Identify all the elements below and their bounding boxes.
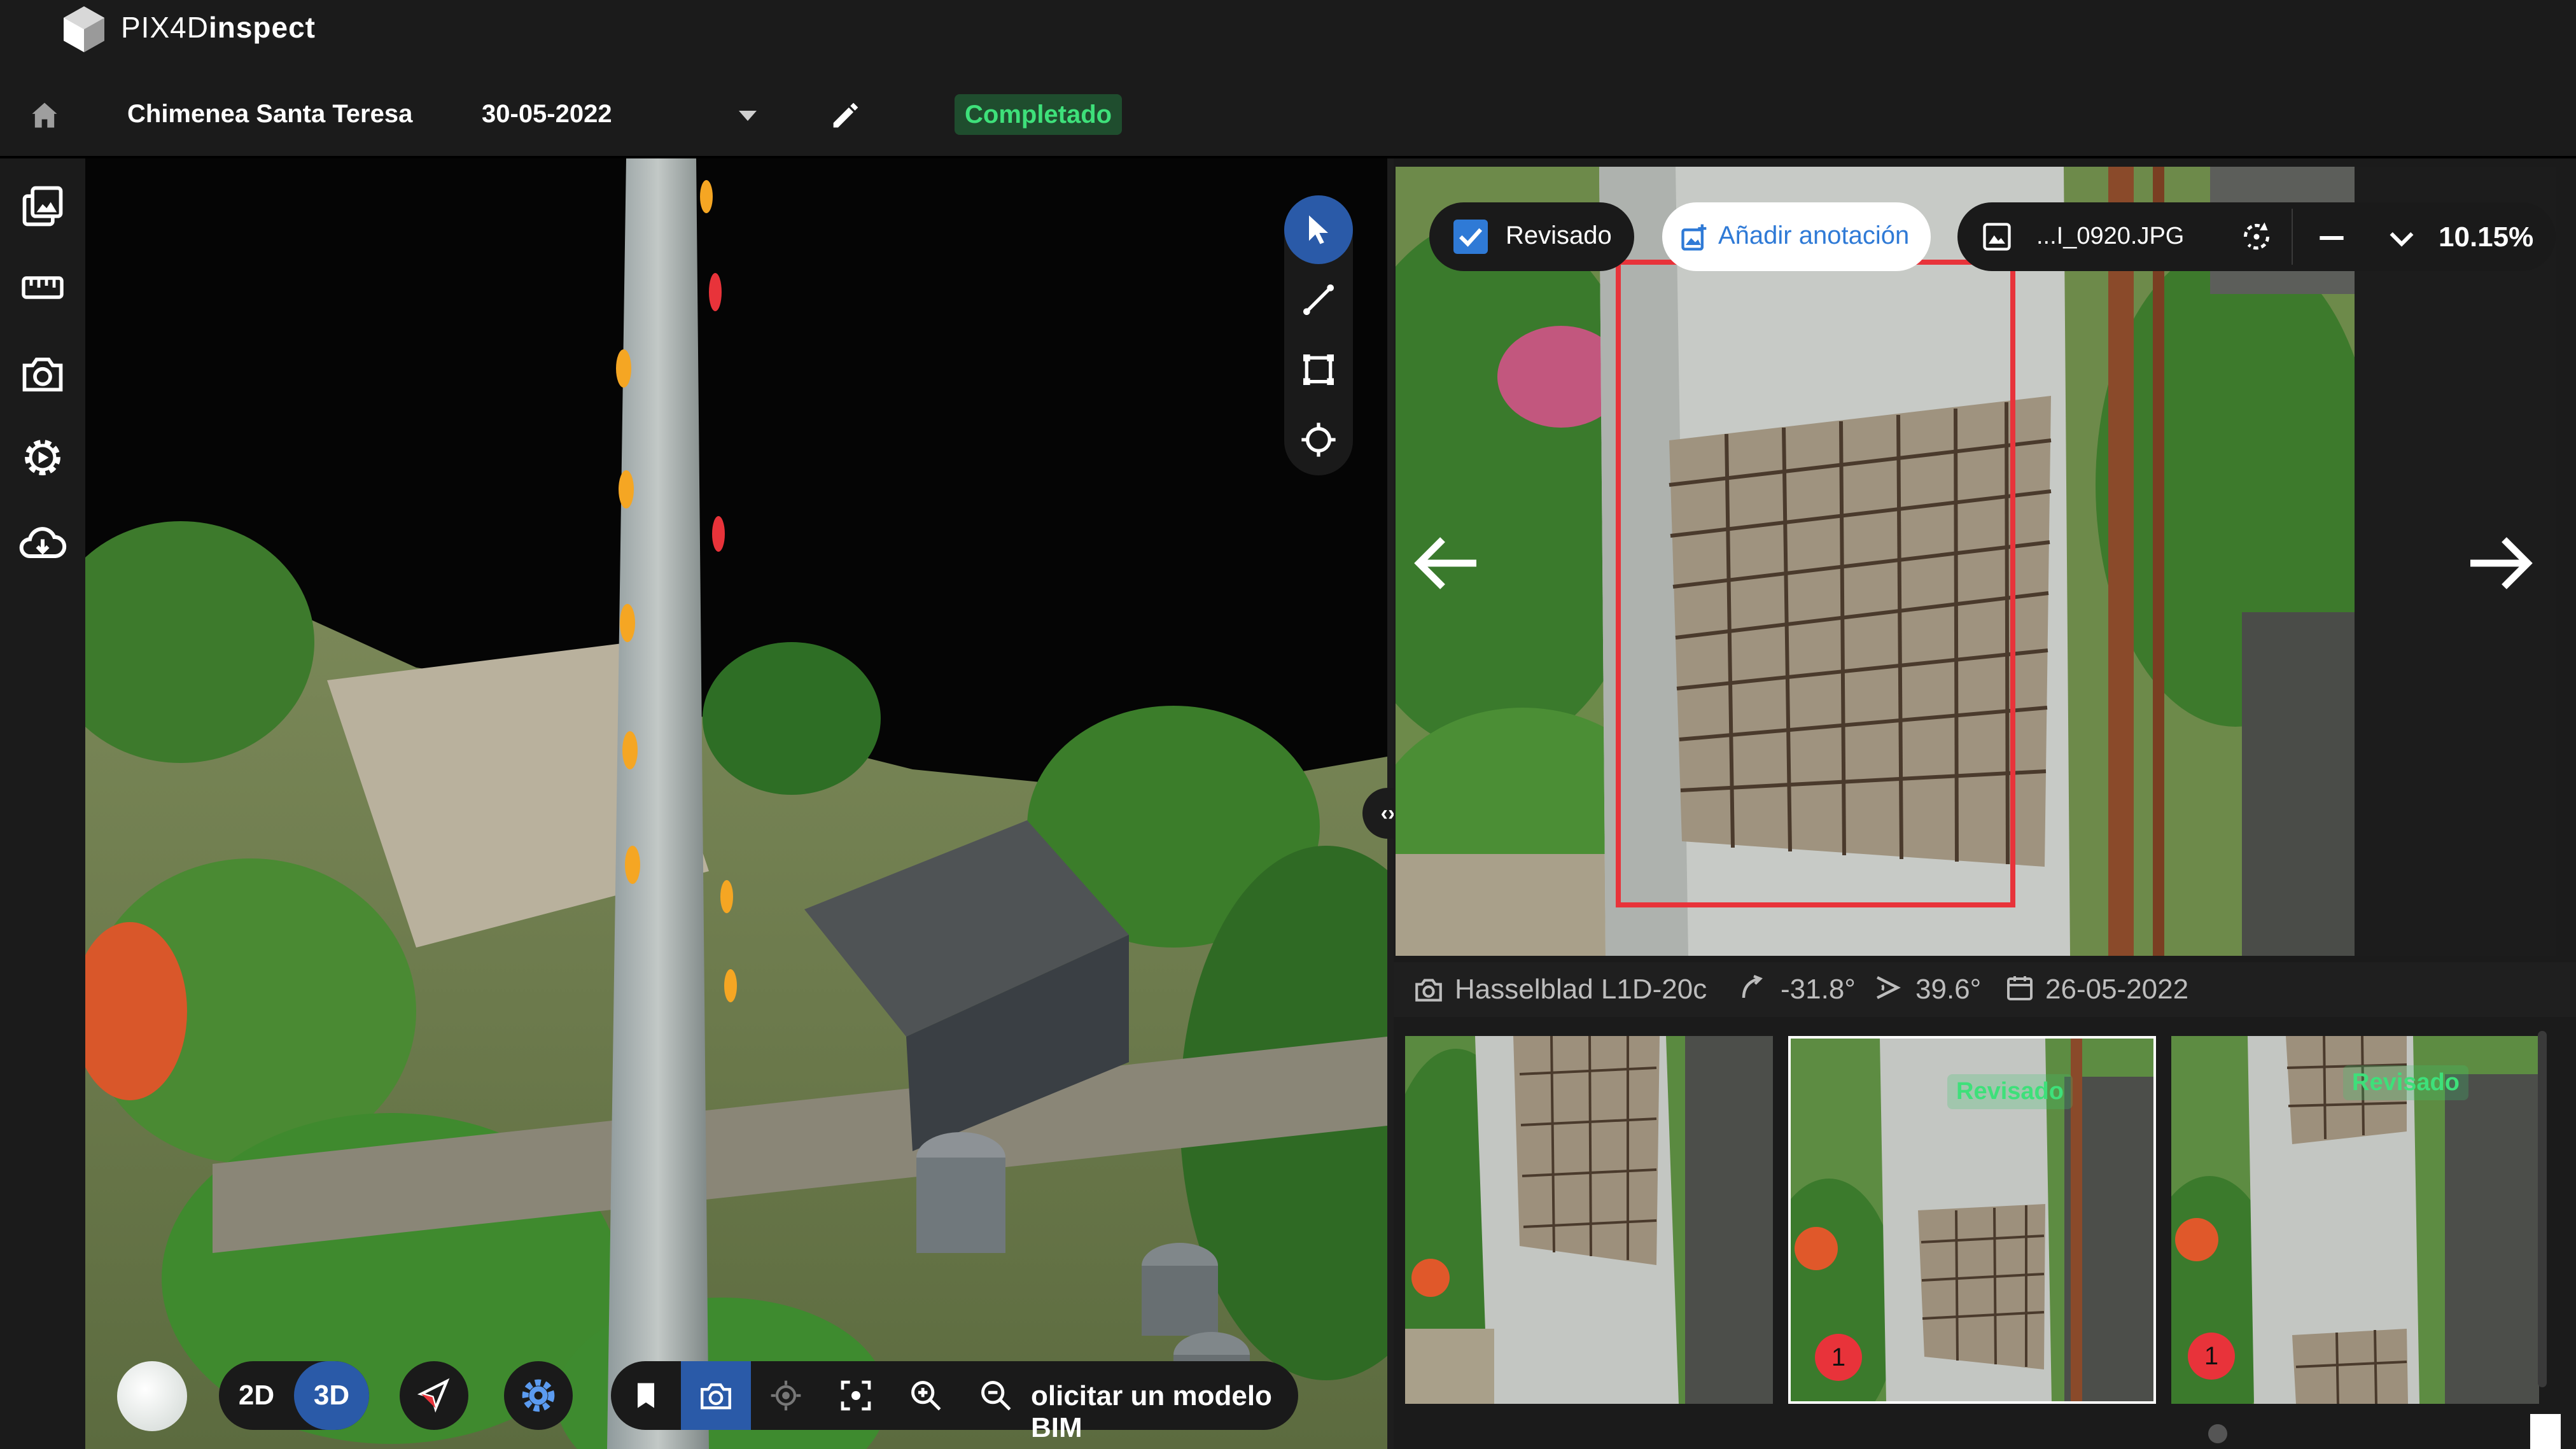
app-logo-text: PIX4Dinspect <box>121 11 316 44</box>
point-cloud-render <box>85 158 1387 1449</box>
pencil-icon[interactable] <box>827 97 864 134</box>
top-bar <box>0 0 2576 60</box>
camera-view-icon[interactable] <box>681 1361 751 1430</box>
orientation-sphere[interactable] <box>117 1361 187 1431</box>
crosshair-icon[interactable] <box>1284 405 1353 474</box>
annotation-count-badge: 1 <box>2188 1333 2235 1380</box>
focus-icon[interactable] <box>821 1361 891 1430</box>
thumbnail-3[interactable]: Revisado 1 <box>2171 1036 2539 1404</box>
request-bim-model-button[interactable]: olicitar un modelo BIM <box>1031 1380 1298 1444</box>
mode-3d-button[interactable]: 3D <box>294 1361 369 1430</box>
arrow-left-icon[interactable] <box>1408 528 1484 598</box>
pitch-value: -31.8° <box>1781 974 1856 1005</box>
bookmark-icon[interactable] <box>611 1361 681 1430</box>
zoom-minus-icon[interactable] <box>2314 220 2349 256</box>
measure-toolbar <box>1284 195 1353 475</box>
navigation-arrow-icon[interactable] <box>400 1361 468 1430</box>
line-measure-icon[interactable] <box>1284 265 1353 334</box>
zoom-in-icon[interactable] <box>891 1361 961 1430</box>
home-icon[interactable] <box>28 99 61 132</box>
add-annotation-icon <box>1679 220 1712 253</box>
view-tools-bar: olicitar un modelo BIM <box>611 1361 1298 1443</box>
thumbnail-2-selected[interactable]: Revisado 1 <box>1788 1036 2156 1404</box>
chevron-down-icon[interactable] <box>2384 220 2419 256</box>
settings-gear-icon[interactable] <box>504 1361 573 1430</box>
mode-2d-button[interactable]: 2D <box>219 1361 294 1430</box>
reviewed-label: Revisado <box>1506 221 1612 249</box>
camera-model: Hasselblad L1D-20c <box>1455 974 1707 1005</box>
rotate-image-icon[interactable] <box>2237 218 2276 256</box>
area-measure-icon[interactable] <box>1284 335 1353 404</box>
yaw-value: 39.6° <box>1915 974 1982 1005</box>
thumbnail-scrollbar[interactable] <box>2538 1031 2547 1387</box>
zoom-level: 10.15% <box>2439 221 2534 253</box>
capture-date: 26-05-2022 <box>2045 974 2189 1005</box>
reviewed-toggle[interactable]: Revisado <box>1429 202 1634 271</box>
calendar-icon <box>2005 972 2035 1003</box>
reviewed-tag: Revisado <box>2343 1065 2468 1100</box>
pointer-icon[interactable] <box>1284 195 1353 264</box>
yaw-icon <box>1872 972 1903 1003</box>
thumbnail-1[interactable] <box>1405 1036 1773 1404</box>
toolbar-separator <box>2292 209 2293 265</box>
zoom-out-icon[interactable] <box>961 1361 1031 1430</box>
pitch-icon <box>1736 972 1767 1003</box>
inspection-photo[interactable] <box>1396 167 2355 956</box>
left-sidebar <box>0 158 85 1449</box>
image-toolbar: ...I_0920.JPG 10.15% <box>1957 202 2556 271</box>
image-file-icon <box>1980 220 2013 253</box>
annotation-count-badge: 1 <box>1815 1334 1862 1381</box>
add-annotation-button[interactable]: Añadir anotación <box>1662 202 1931 271</box>
scroll-corner <box>2530 1414 2561 1449</box>
arrow-right-icon[interactable] <box>2463 528 2539 598</box>
ruler-icon[interactable] <box>14 259 71 316</box>
gear-play-icon[interactable] <box>14 429 71 486</box>
project-name: Chimenea Santa Teresa <box>127 100 413 128</box>
photo-metadata: Hasselblad L1D-20c -31.8° 39.6° 26-05-20… <box>1394 962 2576 1017</box>
reviewed-tag: Revisado <box>1947 1074 2073 1109</box>
checkbox-checked-icon[interactable] <box>1453 220 1488 254</box>
add-annotation-label: Añadir anotación <box>1718 221 1910 249</box>
scroll-indicator-dot[interactable] <box>2208 1424 2227 1443</box>
camera-icon <box>1413 974 1445 1005</box>
3d-model-viewer[interactable]: 2D 3D olicitar un modelo BIM <box>85 158 1387 1449</box>
project-date[interactable]: 30-05-2022 <box>482 100 612 129</box>
camera-icon[interactable] <box>14 345 71 402</box>
pix4d-logo-icon <box>59 4 109 55</box>
chevron-down-icon[interactable] <box>735 107 760 125</box>
status-badge: Completado <box>955 94 1123 135</box>
view-mode-toggle: 2D 3D <box>219 1361 369 1430</box>
image-filename: ...I_0920.JPG <box>2036 223 2185 249</box>
cloud-download-icon[interactable] <box>14 515 71 572</box>
images-icon[interactable] <box>14 178 71 235</box>
locate-icon[interactable] <box>751 1361 821 1430</box>
